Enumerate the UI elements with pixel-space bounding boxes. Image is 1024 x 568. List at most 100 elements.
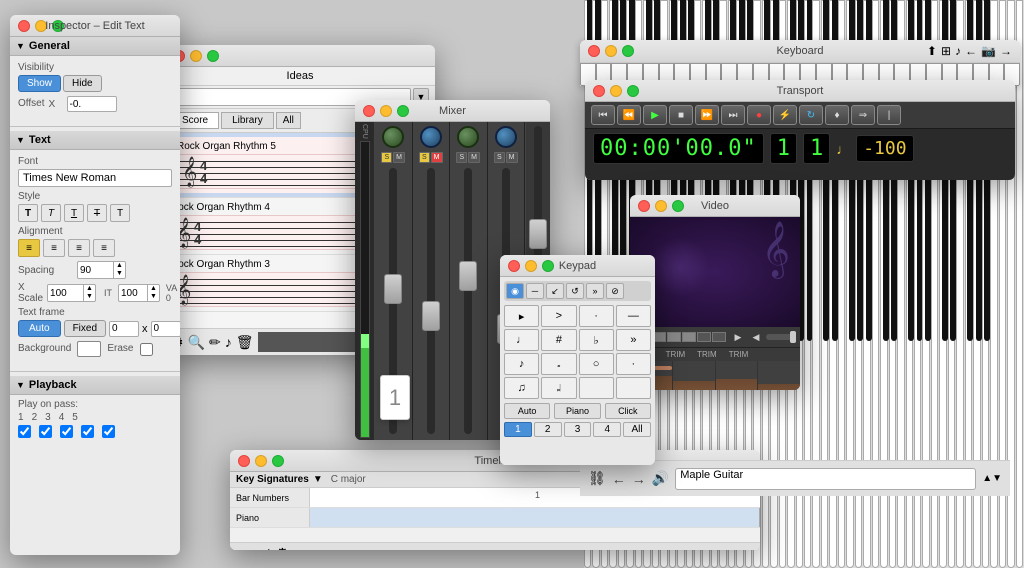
show-button[interactable]: Show [18,75,61,92]
xscale-input[interactable] [48,285,83,301]
keypad-close[interactable] [508,260,520,272]
solo-4[interactable]: S [494,152,505,163]
key-sig-dropdown-arrow[interactable]: ▼ [313,474,323,485]
kp-tool-3[interactable]: ↺ [566,283,584,299]
timeline-min[interactable] [255,455,267,467]
mute-3[interactable]: M [468,152,480,163]
mute-2[interactable]: M [431,152,443,163]
solo-2[interactable]: S [419,152,430,163]
kp-note1[interactable]: ♩ [504,329,539,351]
background-color-swatch[interactable] [77,341,101,357]
video-close[interactable] [638,200,650,212]
master-fader[interactable] [529,219,547,249]
xscale-up[interactable]: ▲ [84,285,95,293]
italic-button[interactable]: T [41,204,61,222]
add-button[interactable]: + [236,546,244,551]
kp-empty1[interactable] [579,377,614,399]
kp-eighth[interactable]: ♫ [504,377,539,399]
cycle-button[interactable]: ↻ [799,105,823,125]
timeline-traffic-lights[interactable] [238,455,284,467]
score-max[interactable] [207,50,219,62]
film-frame-2[interactable] [682,332,696,342]
kp-dot[interactable]: · [579,305,614,327]
close-button[interactable] [18,20,30,32]
video-traffic-lights[interactable] [638,200,684,212]
pass-check-2[interactable] [39,425,52,438]
erase-checkbox[interactable] [140,343,153,356]
mixer-max[interactable] [397,105,409,117]
caps-button[interactable]: T [110,204,130,222]
num-all[interactable]: All [623,422,651,437]
kp-tool-5[interactable]: ⊘ [606,283,624,299]
instrument-select-arrow[interactable]: ▲▼ [982,473,1002,484]
fixed-val1-input[interactable] [109,321,139,337]
xscale-arrows[interactable]: ▲ ▼ [83,285,95,301]
spacing-down[interactable]: ▼ [114,270,125,278]
xscale-spinner[interactable]: ▲ ▼ [47,284,96,302]
solo-1[interactable]: S [381,152,392,163]
it-up[interactable]: ▲ [148,285,159,293]
score-min[interactable] [190,50,202,62]
speaker-icon[interactable]: 🔊 [652,470,669,487]
mixer-close[interactable] [363,105,375,117]
kp-whole[interactable]: ○ [579,353,614,375]
strikethrough-button[interactable]: T [87,204,107,222]
auto-button[interactable]: Auto [18,320,61,337]
mute-4[interactable]: M [506,152,518,163]
solo-3[interactable]: S [456,152,467,163]
kp-half[interactable]: 𝅗 [541,353,576,375]
video-min[interactable] [655,200,667,212]
film-frame-3[interactable] [697,332,711,342]
fader-3[interactable] [459,261,477,291]
hide-button[interactable]: Hide [63,75,102,92]
rewind-to-start-button[interactable]: ⏮ [591,105,615,125]
num-1-active[interactable]: 1 [504,422,532,437]
fast-forward-button[interactable]: ⏩ [695,105,719,125]
spacing-input[interactable] [78,262,113,278]
knob-2[interactable] [420,126,442,148]
text-section-header[interactable]: ▼ Text [10,131,180,150]
maximize-button[interactable] [52,20,64,32]
kp-greater[interactable]: > [541,305,576,327]
kbd-grid-icon[interactable]: ⊞ [941,44,951,58]
general-section-header[interactable]: ▼ General [10,37,180,56]
forward-to-end-button[interactable]: ⏭ [721,105,745,125]
kp-dot2[interactable]: · [616,353,651,375]
num-2[interactable]: 2 [534,422,562,437]
x-value-input[interactable] [67,96,117,112]
instrument-selector[interactable]: Maple Guitar [675,468,976,490]
keypad-traffic-lights[interactable] [508,260,554,272]
kp-dash[interactable]: — [616,305,651,327]
tab-library[interactable]: Library [221,112,274,129]
transport-close[interactable] [593,85,605,97]
minus-button[interactable]: − [248,546,256,551]
play-button[interactable]: ▶ [643,105,667,125]
chain-icon[interactable]: ⛓ [588,470,606,487]
underline-button[interactable]: T [64,204,84,222]
video-volume-btn[interactable]: ◀ [748,330,764,344]
video-volume-handle[interactable] [790,331,796,343]
minimize-button[interactable] [35,20,47,32]
mute-1[interactable]: M [393,152,405,163]
it-input[interactable] [119,285,147,301]
num-3[interactable]: 3 [564,422,592,437]
piano-bottom-btn[interactable]: Piano [554,403,600,419]
score-trash-icon[interactable]: 🗑 [236,334,254,351]
marker-button[interactable]: ♦ [825,105,849,125]
align-center-button[interactable]: ≡ [43,239,65,257]
kp-arrow[interactable]: ▸ [504,305,539,327]
pass-check-3[interactable] [60,425,73,438]
metronome-button[interactable]: | [877,105,901,125]
playback-section-header[interactable]: ▼ Playback [10,376,180,395]
kbd-left-arrow[interactable]: ← [965,44,977,58]
timeline-close[interactable] [238,455,250,467]
kp-flat[interactable]: ♭ [579,329,614,351]
it-arrows[interactable]: ▲ ▼ [147,285,159,301]
align-right-button[interactable]: ≡ [68,239,90,257]
rewind-button[interactable]: ⏪ [617,105,641,125]
transport-max[interactable] [627,85,639,97]
traffic-lights[interactable] [18,20,64,32]
score-note-icon[interactable]: ♪ [225,334,232,350]
keypad-min[interactable] [525,260,537,272]
mixer-traffic-lights[interactable] [363,105,409,117]
